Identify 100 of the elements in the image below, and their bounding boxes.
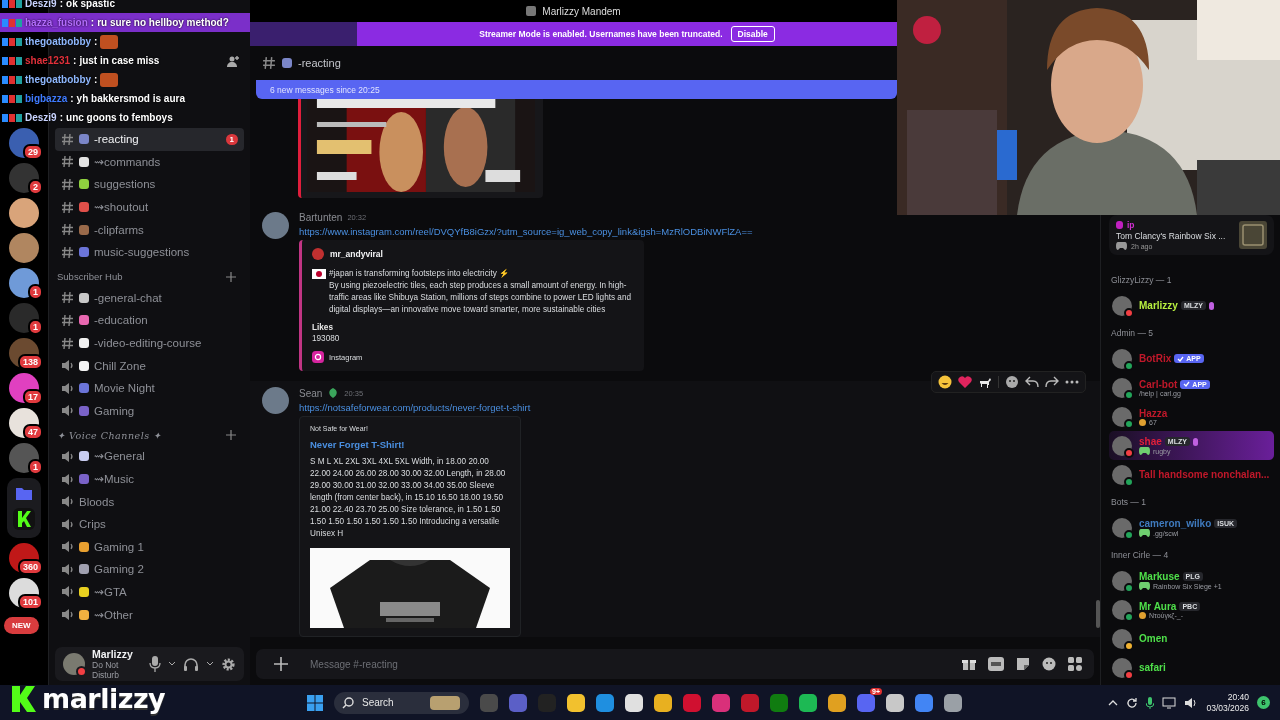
taskbar-app-icon[interactable] [654, 693, 672, 712]
channel-item[interactable]: ⇝commands [55, 150, 244, 174]
gift-icon[interactable] [962, 657, 976, 671]
channel-item[interactable]: ⇝Music [55, 467, 244, 491]
controller-icon [1139, 582, 1150, 590]
server-icon[interactable] [9, 198, 39, 228]
message-bar[interactable]: Message #-reacting [256, 649, 1094, 679]
caret-icon[interactable] [206, 661, 214, 667]
k-logo-icon [12, 685, 36, 712]
channel-item[interactable]: -clipfarms [55, 218, 244, 241]
settings-icon[interactable] [221, 656, 236, 672]
message-link[interactable]: https://www.instagram.com/reel/DVQYfB8iGzx/?utm_source=ig_web_copy_link&igsh=MzRlODBiNWFlZA== [299, 226, 753, 237]
server-icon[interactable] [13, 508, 35, 530]
sync-icon[interactable] [1126, 696, 1139, 709]
controller-icon [1139, 529, 1150, 537]
caret-icon[interactable] [168, 661, 176, 667]
channel-item[interactable]: ⇝shoutout [55, 195, 244, 219]
message-author[interactable]: Sean [299, 387, 323, 399]
check-icon [1177, 355, 1185, 362]
channel-item[interactable]: Gaming [55, 399, 244, 423]
taskbar-app-icon[interactable] [799, 693, 817, 712]
speaker-icon [61, 608, 74, 622]
message-field[interactable]: Message #-reacting [300, 657, 950, 671]
new-messages-bar[interactable]: 6 new messages since 20:25 [256, 80, 897, 99]
taskbar-app-icon[interactable] [886, 693, 904, 712]
headphones-icon[interactable] [183, 656, 199, 672]
embed-author[interactable]: mr_andyviral [330, 249, 383, 259]
chevron-up-icon[interactable] [1108, 699, 1119, 706]
laughing-emoji-icon[interactable] [938, 375, 952, 389]
member-group-header: GlizzyLizzy — 1 [1111, 275, 1173, 285]
user-avatar[interactable] [262, 387, 289, 414]
microphone-icon[interactable] [149, 656, 161, 672]
channel-item[interactable]: Gaming 1 [55, 535, 244, 559]
unread-badge: 360 [17, 559, 43, 575]
forward-icon[interactable] [1045, 376, 1059, 388]
network-icon[interactable] [1162, 696, 1177, 709]
gif-icon[interactable] [988, 657, 1004, 671]
message-link[interactable]: https://notsafeforwear.com/products/never-forget-t-shirt [299, 402, 531, 413]
channel-item[interactable]: music-suggestions [55, 240, 244, 264]
member-item[interactable]: Tall handsome nonchalan... [1109, 460, 1274, 489]
channel-item[interactable]: ⇝GTA [55, 580, 244, 604]
unread-badge: 47 [23, 424, 43, 440]
emoji-icon[interactable] [1042, 657, 1056, 671]
server-icon[interactable] [9, 268, 39, 298]
channel-item[interactable]: Crips [55, 512, 244, 536]
clock-time[interactable]: 20:40 [1227, 691, 1249, 703]
user-avatar[interactable] [262, 212, 289, 239]
search-bar[interactable]: Search [334, 691, 469, 714]
clock-date[interactable]: 03/03/2026 [1206, 702, 1249, 714]
category-header[interactable]: ✦ Voice Channels ✦ [57, 429, 162, 441]
speaker-icon [61, 495, 74, 509]
search-field[interactable]: Search [360, 696, 424, 709]
chat-separator: : [94, 74, 98, 85]
message-author[interactable]: Bartunten [299, 212, 343, 223]
hash-icon [61, 155, 74, 169]
add-channel-icon[interactable] [226, 430, 236, 441]
sticker-icon[interactable] [1016, 657, 1030, 671]
channel-item[interactable]: -reacting 1 [55, 128, 244, 151]
channel-item[interactable]: Movie Night [55, 376, 244, 400]
server-icon[interactable] [9, 163, 39, 193]
unread-badge: 138 [17, 354, 43, 370]
invite-icon[interactable] [226, 55, 240, 69]
category-header[interactable]: Subscriber Hub [57, 271, 123, 283]
taskbar-app-icon[interactable] [567, 693, 585, 712]
channel-item[interactable]: -education [55, 309, 244, 332]
taskbar-app-icon[interactable] [828, 693, 846, 712]
channel-item[interactable]: -general-chat [55, 286, 244, 310]
volume-icon[interactable] [1184, 696, 1199, 709]
channel-item[interactable]: suggestions [55, 173, 244, 196]
heart-icon[interactable] [958, 375, 972, 389]
embed-title[interactable]: Never Forget T-Shirt! [310, 439, 510, 450]
member-item[interactable]: safari [1109, 653, 1274, 682]
taskbar-app-icon[interactable] [625, 693, 643, 712]
user-avatar[interactable] [63, 653, 85, 675]
start-icon[interactable] [307, 694, 323, 711]
gem-icon [1116, 221, 1123, 229]
more-icon[interactable] [1065, 380, 1079, 384]
server-folder[interactable] [7, 478, 41, 538]
add-reaction-icon[interactable] [1005, 375, 1019, 389]
disable-button[interactable]: Disable [730, 26, 775, 42]
taskbar-app-icon[interactable] [944, 693, 962, 712]
add-icon[interactable] [274, 657, 288, 671]
apps-icon[interactable] [1068, 657, 1082, 671]
microphone-icon[interactable] [1146, 696, 1155, 709]
notification-badge[interactable]: 6 [1257, 696, 1270, 709]
server-icon[interactable] [9, 233, 39, 263]
member-item[interactable]: Omen [1109, 624, 1274, 653]
channel-item[interactable]: Chill Zone [55, 354, 244, 377]
reply-icon[interactable] [1025, 376, 1039, 388]
channel-item[interactable]: Bloods [55, 490, 244, 513]
channel-item[interactable]: ⇝Other [55, 603, 244, 626]
embed-description: S M L XL 2XL 3XL 4XL 5XL Width, in 18.00 20.00 22.00 24.00 26.00 28.00 30.00 32.00 Length, in 28.00 29.00 30.00 31.00 32.00 33.00 34.00 35.00 Sleeve length (from center back), in 15.10 16.50 18.00 19.50 21.00 22.40 23.70 25.00 Size tolerance, in 1.50 1.50 1.50 1.50 1.50 1.50 1.50 1.50 Introducing a versatile Unisex H [310, 456, 507, 540]
add-channel-icon[interactable] [226, 271, 236, 282]
chat-username: Deszi9 [25, 112, 57, 123]
channel-item[interactable]: Gaming 2 [55, 558, 244, 581]
channel-item[interactable]: -video-editing-course [55, 331, 244, 355]
channel-item[interactable]: ⇝General [55, 445, 244, 468]
username: Marlizzy [92, 648, 134, 660]
speaker-icon [61, 540, 74, 554]
discord-icon[interactable] [857, 693, 875, 712]
